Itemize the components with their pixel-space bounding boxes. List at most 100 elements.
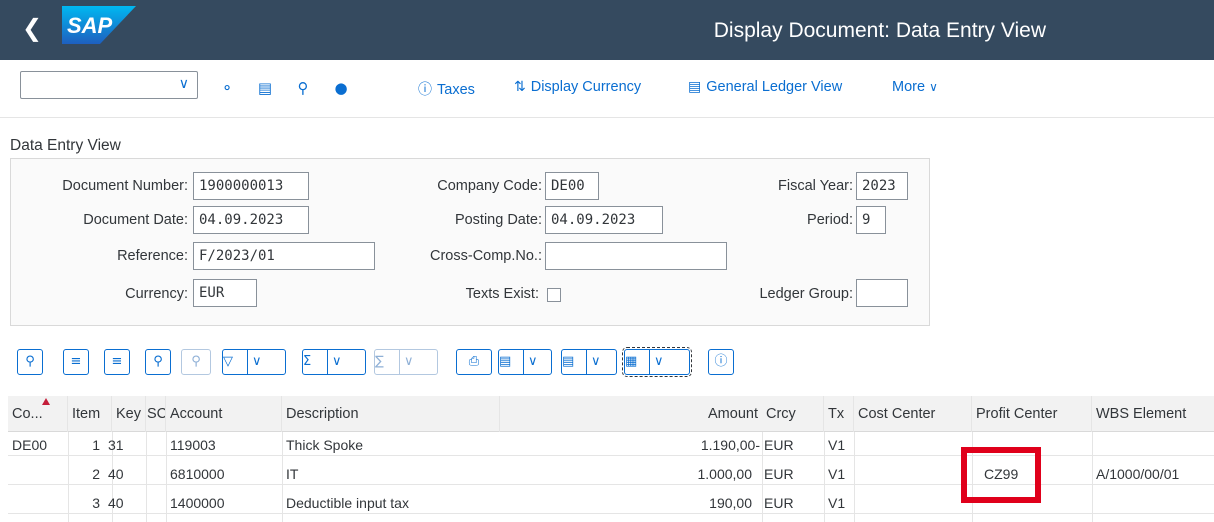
col-header-key[interactable]: Key — [112, 396, 146, 432]
highlight-box — [961, 447, 1041, 503]
find-button[interactable]: ⚲ — [145, 349, 171, 375]
period-label: Period: — [807, 212, 853, 228]
col-header-co[interactable]: Co... — [8, 396, 68, 432]
filter-button[interactable]: ▽ ∨ — [222, 349, 286, 375]
fiscal-year-label: Fiscal Year: — [778, 178, 853, 194]
period-field[interactable]: 9 — [856, 206, 886, 234]
cell-co — [8, 492, 68, 514]
back-icon[interactable]: ❮ — [22, 16, 42, 40]
col-header-profit-center[interactable]: Profit Center — [972, 396, 1092, 432]
cell-wbs — [1092, 492, 1214, 514]
cell-description: Deductible input tax — [286, 495, 409, 511]
display-currency-label: Display Currency — [530, 79, 642, 95]
cell-co: DE00 — [12, 437, 48, 453]
fiscal-year-field[interactable]: 2023 — [856, 172, 908, 200]
sort-ascending-icon: ≡ — [70, 354, 82, 369]
posting-date-field[interactable]: 04.09.2023 — [545, 206, 663, 234]
reference-label: Reference: — [117, 248, 188, 264]
display-currency-button[interactable]: ⇅ Display Currency — [514, 79, 641, 95]
document-number-field[interactable]: 1900000013 — [193, 172, 309, 200]
taxes-button[interactable]: ⓘ Taxes — [418, 79, 475, 99]
cell-crcy: EUR — [764, 437, 794, 453]
table-header: Co... Item Key SC Account Description Am… — [8, 396, 1214, 432]
filter-icon: ▽ — [223, 354, 233, 369]
logo-text: SAP — [67, 13, 113, 38]
view-icon: ▤ — [499, 354, 512, 369]
details-button[interactable]: ⚲ — [17, 349, 43, 375]
sort-indicator-icon — [42, 398, 50, 405]
col-header-account[interactable]: Account — [166, 396, 282, 432]
chevron-down-icon: ∨ — [649, 350, 668, 374]
total-button[interactable]: Σ ∨ — [302, 349, 366, 375]
currency-icon: ⇅ — [514, 79, 526, 95]
more-button[interactable]: More ∨ — [892, 79, 938, 95]
cell-wbs: A/1000/00/01 — [1096, 466, 1180, 482]
chevron-down-icon: ∨ — [399, 350, 418, 374]
col-header-item[interactable]: Item — [68, 396, 112, 432]
cell-key: 40 — [108, 495, 124, 511]
posting-date-label: Posting Date: — [454, 212, 542, 228]
document-number-label: Document Number: — [62, 178, 188, 194]
company-code-label: Company Code: — [437, 178, 542, 194]
cell-item: 2 — [92, 466, 100, 482]
export-icon[interactable]: ▤ — [254, 77, 276, 99]
cell-cost-center — [854, 463, 972, 485]
hat-icon[interactable]: ● — [330, 77, 352, 99]
currency-field[interactable]: EUR — [193, 279, 257, 307]
cell-description: IT — [286, 466, 299, 482]
cell-tx: V1 — [828, 495, 846, 511]
subtotal-icon: ∑ — [375, 354, 384, 369]
document-date-field[interactable]: 04.09.2023 — [193, 206, 309, 234]
col-header-tx[interactable]: Tx — [824, 396, 854, 432]
edit-glasses-icon[interactable]: ⚬ — [216, 77, 238, 99]
export-icon: ▤ — [562, 354, 575, 369]
app-toolbar: ∨ ⚬ ▤ ⚲ ● ⓘ Taxes ⇅ Display Currency ▤ Gene… — [0, 60, 1214, 118]
layout-button[interactable]: ▦ ∨ — [622, 347, 692, 377]
chevron-down-icon: ∨ — [327, 350, 346, 374]
col-header-crcy[interactable]: Crcy — [762, 396, 824, 432]
chevron-down-icon: ∨ — [178, 75, 189, 91]
view-button[interactable]: ▤ ∨ — [498, 349, 552, 375]
texts-exist-checkbox[interactable] — [547, 288, 561, 302]
gl-view-button[interactable]: ▤ General Ledger View — [688, 79, 842, 95]
info-icon: ⓘ — [714, 354, 728, 369]
print-button[interactable]: ⎙ — [456, 349, 492, 375]
sort-ascending-button[interactable]: ≡ — [63, 349, 89, 375]
chevron-down-icon: ∨ — [523, 350, 542, 374]
cell-tx: V1 — [828, 466, 846, 482]
col-header-amount[interactable]: Amount — [500, 396, 762, 432]
col-header-cost-center[interactable]: Cost Center — [854, 396, 972, 432]
document-date-label: Document Date: — [83, 212, 188, 228]
export-button[interactable]: ▤ ∨ — [561, 349, 617, 375]
cross-comp-field[interactable] — [545, 242, 727, 270]
info-button[interactable]: ⓘ — [708, 349, 734, 375]
chevron-down-icon: ∨ — [586, 350, 605, 374]
chevron-down-icon: ∨ — [929, 80, 938, 94]
reference-field[interactable]: F/2023/01 — [193, 242, 375, 270]
page-title: Display Document: Data Entry View — [713, 19, 1046, 42]
cell-crcy: EUR — [764, 495, 794, 511]
cell-account: 119003 — [170, 437, 216, 453]
cell-account: 6810000 — [170, 466, 225, 482]
more-label: More — [892, 79, 926, 95]
subtotal-button[interactable]: ∑ ∨ — [374, 349, 438, 375]
ledger-group-label: Ledger Group: — [759, 286, 853, 302]
texts-exist-label: Texts Exist: — [465, 286, 539, 302]
cell-cost-center — [854, 492, 972, 514]
cell-amount: 1.000,00 — [697, 466, 753, 482]
cell-key: 40 — [108, 466, 124, 482]
ledger-group-field[interactable] — [856, 279, 908, 307]
cell-key: 31 — [108, 437, 124, 453]
cell-cost-center — [854, 434, 972, 456]
sort-descending-button[interactable]: ≡ — [104, 349, 130, 375]
variant-select[interactable]: ∨ — [20, 71, 198, 99]
cell-crcy: EUR — [764, 466, 794, 482]
section-title: Data Entry View — [10, 137, 121, 154]
find-next-button[interactable]: ⚲ — [181, 349, 211, 375]
col-header-sg[interactable]: SC — [146, 396, 166, 432]
company-code-field[interactable]: DE00 — [545, 172, 599, 200]
col-header-description[interactable]: Description — [282, 396, 500, 432]
cell-item: 3 — [92, 495, 100, 511]
col-header-wbs[interactable]: WBS Element — [1092, 396, 1214, 432]
zoom-icon[interactable]: ⚲ — [292, 77, 314, 99]
